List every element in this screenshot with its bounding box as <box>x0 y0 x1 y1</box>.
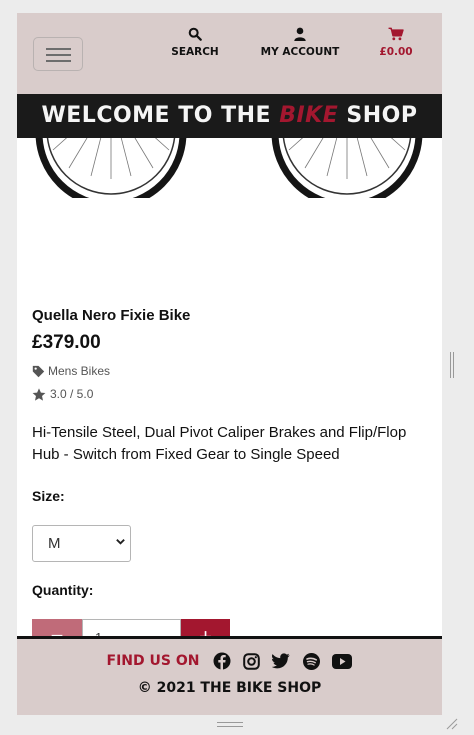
page-frame: SEARCH MY ACCOUNT £0.00 WELCOME TO THE B… <box>17 13 442 715</box>
banner-prefix: WELCOME TO THE <box>41 103 280 128</box>
menu-bar-icon <box>46 60 71 62</box>
nav-search-label: SEARCH <box>171 46 219 58</box>
hamburger-menu-button[interactable] <box>33 37 83 71</box>
quantity-label: Quantity: <box>32 582 94 598</box>
facebook-icon[interactable] <box>213 652 231 670</box>
product-price: £379.00 <box>32 332 101 353</box>
chevron-down-icon <box>115 527 126 562</box>
star-icon <box>32 387 46 401</box>
product-image <box>35 138 423 198</box>
product-category-link[interactable]: Mens Bikes <box>32 364 110 378</box>
banner-suffix: SHOP <box>338 103 418 128</box>
user-icon <box>294 27 306 41</box>
search-icon <box>188 27 202 41</box>
site-footer: FIND US ON © 2021 THE BIKE SHOP <box>17 636 442 715</box>
product-rating-value: 3.0 / 5.0 <box>50 387 94 401</box>
instagram-icon[interactable] <box>243 652 261 670</box>
spotify-icon[interactable] <box>303 652 321 670</box>
find-us-label: FIND US ON <box>106 653 200 669</box>
youtube-icon[interactable] <box>332 653 353 669</box>
size-label: Size: <box>32 488 65 504</box>
nav-account-label: MY ACCOUNT <box>260 46 340 58</box>
copyright-text: © 2021 THE BIKE SHOP <box>137 680 322 696</box>
twitter-icon[interactable] <box>272 653 291 669</box>
site-header: SEARCH MY ACCOUNT £0.00 <box>17 13 442 94</box>
product-description: Hi-Tensile Steel, Dual Pivot Caliper Bra… <box>32 424 407 463</box>
size-select[interactable]: M <box>32 525 131 562</box>
product-category-label: Mens Bikes <box>48 364 111 378</box>
welcome-banner: WELCOME TO THE BIKE SHOP <box>17 94 442 138</box>
menu-bar-icon <box>46 54 71 56</box>
tag-icon <box>32 365 45 377</box>
shopping-cart-icon <box>388 27 404 41</box>
product-name: Quella Nero Fixie Bike <box>32 307 191 324</box>
banner-highlight: BIKE <box>279 103 339 128</box>
product-rating: 3.0 / 5.0 <box>32 387 93 401</box>
nav-account-link[interactable]: MY ACCOUNT <box>257 27 343 58</box>
scrollbar-thumb[interactable] <box>450 352 454 378</box>
nav-cart-link[interactable]: £0.00 <box>372 27 420 58</box>
resize-grip-icon[interactable] <box>446 718 458 730</box>
menu-bar-icon <box>46 48 71 50</box>
drag-handle-icon[interactable] <box>217 722 243 727</box>
size-select-value: M <box>48 535 61 552</box>
nav-search-link[interactable]: SEARCH <box>169 27 221 58</box>
social-links: FIND US ON <box>17 652 442 670</box>
cart-total: £0.00 <box>379 46 413 58</box>
